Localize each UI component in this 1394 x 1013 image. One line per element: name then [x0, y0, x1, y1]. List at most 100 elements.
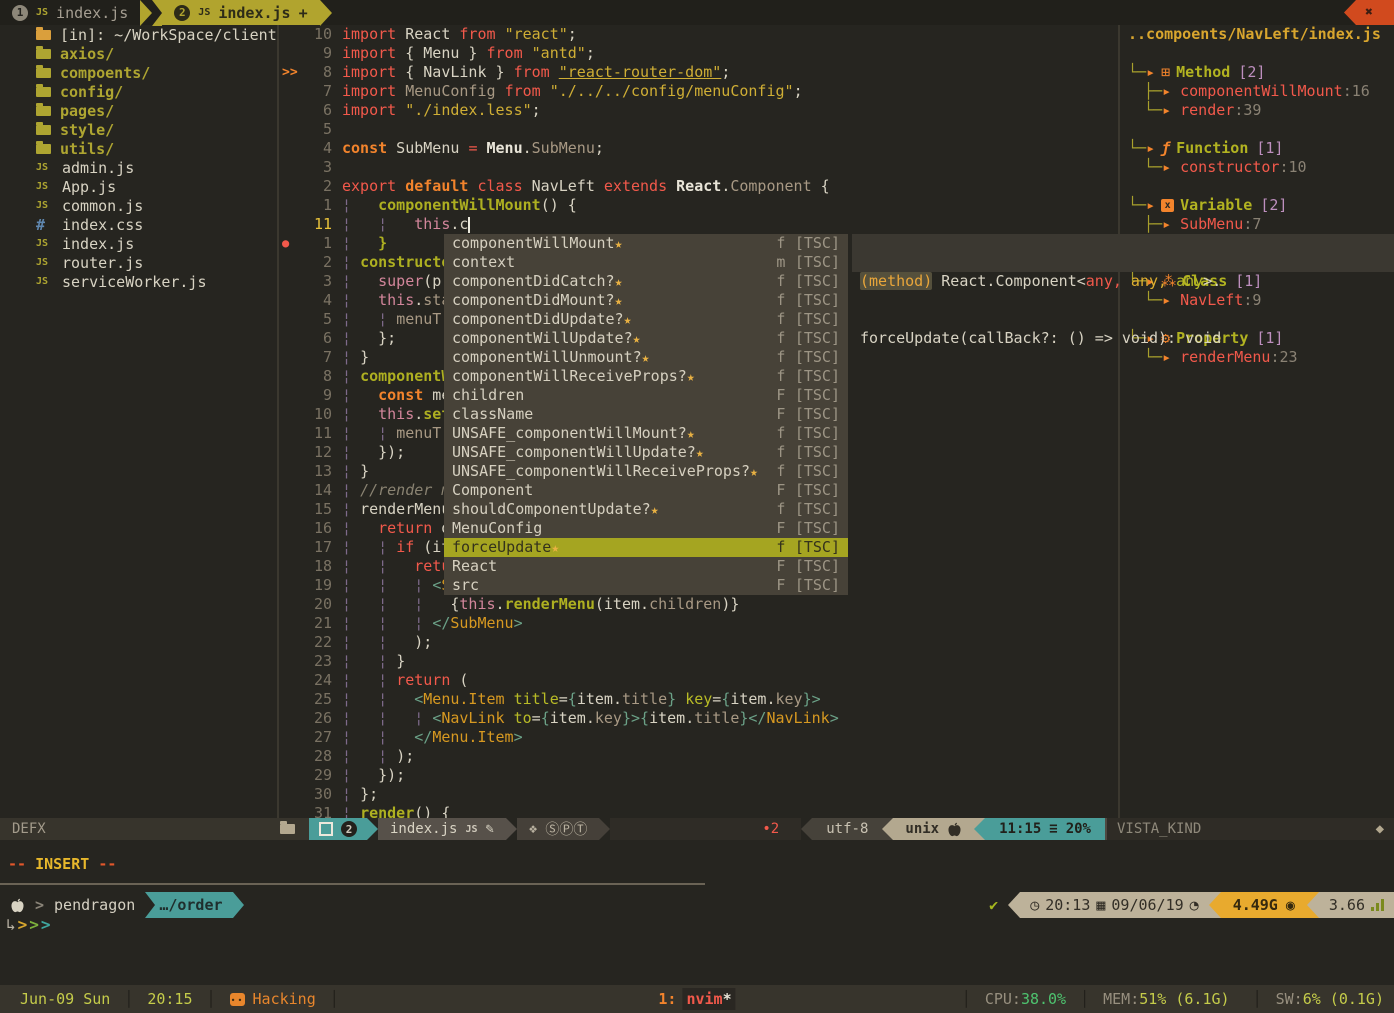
- completion-item[interactable]: MenuConfigF[TSC]: [444, 519, 848, 538]
- vista-symbol-componentWillMount[interactable]: ├─▸ componentWillMount:16: [1128, 82, 1394, 101]
- prompt-input-arrows[interactable]: ↳ > > >: [6, 915, 51, 934]
- completion-item[interactable]: ReactF[TSC]: [444, 557, 848, 576]
- activity-label: Hacking: [253, 990, 316, 1008]
- editor-line[interactable]: 10import React from "react";: [279, 25, 1118, 44]
- status-ok-icon: ✔: [989, 896, 998, 914]
- completion-item[interactable]: shouldComponentUpdate?★f[TSC]: [444, 500, 848, 519]
- completion-item[interactable]: classNameF[TSC]: [444, 405, 848, 424]
- completion-item[interactable]: componentWillUpdate?★f[TSC]: [444, 329, 848, 348]
- sign-column: [279, 44, 306, 63]
- completion-item[interactable]: componentWillReceiveProps?★f[TSC]: [444, 367, 848, 386]
- powerline-notch-icon: [145, 892, 155, 918]
- tab-buffer-1[interactable]: 1 JS index.js: [0, 0, 140, 25]
- completion-item[interactable]: UNSAFE_componentWillUpdate?★f[TSC]: [444, 443, 848, 462]
- file-tree-item[interactable]: axios/: [0, 44, 277, 63]
- file-tree-item[interactable]: utils/: [0, 139, 277, 158]
- editor-line[interactable]: 31¦ render() {: [279, 804, 1118, 818]
- editor-line[interactable]: 6import "./index.less";: [279, 101, 1118, 120]
- powerline-arrow-icon: [367, 818, 378, 840]
- marks-sign-icon: >>: [279, 63, 306, 82]
- vista-symbol-SubMenu[interactable]: ├─▸ SubMenu:7: [1128, 215, 1394, 234]
- clock-icon: ◔: [1190, 896, 1199, 914]
- file-tree-item[interactable]: JSindex.js: [0, 234, 277, 253]
- completion-item[interactable]: componentWillMount★f[TSC]: [444, 234, 848, 253]
- window-flag: *: [723, 990, 732, 1008]
- file-tree-item[interactable]: #index.css: [0, 215, 277, 234]
- editor-line[interactable]: 7import MenuConfig from "./../../config/…: [279, 82, 1118, 101]
- editor-line[interactable]: 26¦ ¦ ¦ <NavLink to={item.key}>{item.tit…: [279, 709, 1118, 728]
- sign-column: [279, 595, 306, 614]
- editor-line[interactable]: 27¦ ¦ </Menu.Item>: [279, 728, 1118, 747]
- file-tree-root[interactable]: [in]: ~/WorkSpace/client: [0, 25, 277, 44]
- editor-line[interactable]: 22¦ ¦ );: [279, 633, 1118, 652]
- vista-group-method[interactable]: └─▸⊞Method[2]: [1128, 63, 1394, 82]
- folder-name-label: style/: [60, 121, 114, 139]
- line-number: 24: [306, 671, 342, 690]
- editor-line[interactable]: 11¦ ¦ this.c: [279, 215, 1118, 234]
- editor-line[interactable]: 20¦ ¦ ¦ {this.renderMenu(item.children)}: [279, 595, 1118, 614]
- completion-kind: F: [773, 386, 789, 405]
- completion-source: [TSC]: [795, 500, 840, 519]
- completion-label: UNSAFE_componentWillReceiveProps?★: [452, 462, 773, 482]
- return-arrow-icon: ↳: [6, 915, 16, 934]
- editor-line[interactable]: >>8import { NavLink } from "react-router…: [279, 63, 1118, 82]
- editor-line[interactable]: 1¦ componentWillMount() {: [279, 196, 1118, 215]
- vista-symbol-constructor[interactable]: └─▸ constructor:10: [1128, 158, 1394, 177]
- separator: │: [124, 990, 133, 1008]
- vista-symbol-render[interactable]: └─▸ render:39: [1128, 101, 1394, 120]
- close-button[interactable]: ✖: [1344, 0, 1394, 25]
- editor-line[interactable]: 3: [279, 158, 1118, 177]
- file-tree-item[interactable]: compoents/: [0, 63, 277, 82]
- completion-label: context: [452, 253, 773, 272]
- file-name-label: serviceWorker.js: [62, 273, 207, 291]
- editor-line[interactable]: 2export default class NavLeft extends Re…: [279, 177, 1118, 196]
- completion-kind: f: [773, 367, 789, 386]
- file-tree-item[interactable]: style/: [0, 120, 277, 139]
- symbol-name-label: render: [1180, 101, 1234, 120]
- completion-item[interactable]: srcF[TSC]: [444, 576, 848, 595]
- completion-item[interactable]: childrenF[TSC]: [444, 386, 848, 405]
- file-tree-item[interactable]: config/: [0, 82, 277, 101]
- file-tree-item[interactable]: JScommon.js: [0, 196, 277, 215]
- completion-item[interactable]: componentDidMount?★f[TSC]: [444, 291, 848, 310]
- line-number: 29: [306, 766, 342, 785]
- vista-group-variable[interactable]: └─▸xVariable[2]: [1128, 196, 1394, 215]
- cwd-badge: …/order: [145, 892, 243, 918]
- load-segment: 3.66: [1319, 892, 1394, 918]
- completion-item[interactable]: UNSAFE_componentWillReceiveProps?★f[TSC]: [444, 462, 848, 481]
- editor-line[interactable]: 24¦ ¦ return (: [279, 671, 1118, 690]
- kind-count-badge: [1]: [1256, 139, 1283, 158]
- tab-buffer-2-active[interactable]: 2 JS index.js +: [162, 0, 319, 25]
- powerline-arrow-icon: [1307, 892, 1319, 918]
- completion-item-selected[interactable]: forceUpdate★f[TSC]: [444, 538, 848, 557]
- statusline-defx-segment: DEFX: [0, 818, 309, 840]
- vista-group-function[interactable]: └─▸ƒFunction[1]: [1128, 139, 1394, 158]
- line-number: 26: [306, 709, 342, 728]
- editor-line[interactable]: 30¦ };: [279, 785, 1118, 804]
- file-tree-item[interactable]: JSserviceWorker.js: [0, 272, 277, 291]
- editor-line[interactable]: 29¦ });: [279, 766, 1118, 785]
- completion-item[interactable]: contextm[TSC]: [444, 253, 848, 272]
- editor-line[interactable]: 23¦ ¦ }: [279, 652, 1118, 671]
- completion-item[interactable]: UNSAFE_componentWillMount?★f[TSC]: [444, 424, 848, 443]
- completion-item[interactable]: componentWillUnmount?★f[TSC]: [444, 348, 848, 367]
- file-tree-item[interactable]: JSrouter.js: [0, 253, 277, 272]
- tmux-window-item[interactable]: nvim*: [682, 988, 735, 1010]
- completion-item[interactable]: componentDidCatch?★f[TSC]: [444, 272, 848, 291]
- editor-line[interactable]: 21¦ ¦ ¦ </SubMenu>: [279, 614, 1118, 633]
- file-tree-item[interactable]: pages/: [0, 101, 277, 120]
- completion-kind: f: [773, 443, 789, 462]
- code-text: ¦ ¦ return (: [342, 671, 1118, 690]
- completion-item[interactable]: ComponentF[TSC]: [444, 481, 848, 500]
- line-number: 11: [306, 215, 342, 234]
- editor-line[interactable]: 25¦ ¦ <Menu.Item title={item.title} key=…: [279, 690, 1118, 709]
- editor-line[interactable]: 28¦ ¦ );: [279, 747, 1118, 766]
- file-tree-item[interactable]: JSApp.js: [0, 177, 277, 196]
- editor-line[interactable]: 9import { Menu } from "antd";: [279, 44, 1118, 63]
- editor-line[interactable]: 5: [279, 120, 1118, 139]
- file-tree-item[interactable]: JSadmin.js: [0, 158, 277, 177]
- completion-item[interactable]: componentDidUpdate?★f[TSC]: [444, 310, 848, 329]
- editor-line[interactable]: 4const SubMenu = Menu.SubMenu;: [279, 139, 1118, 158]
- terminal[interactable]: > pendragon …/order ✔ ◷ 20:13 ▦ 09/06/19…: [0, 885, 1394, 985]
- file-name-label: common.js: [62, 197, 143, 215]
